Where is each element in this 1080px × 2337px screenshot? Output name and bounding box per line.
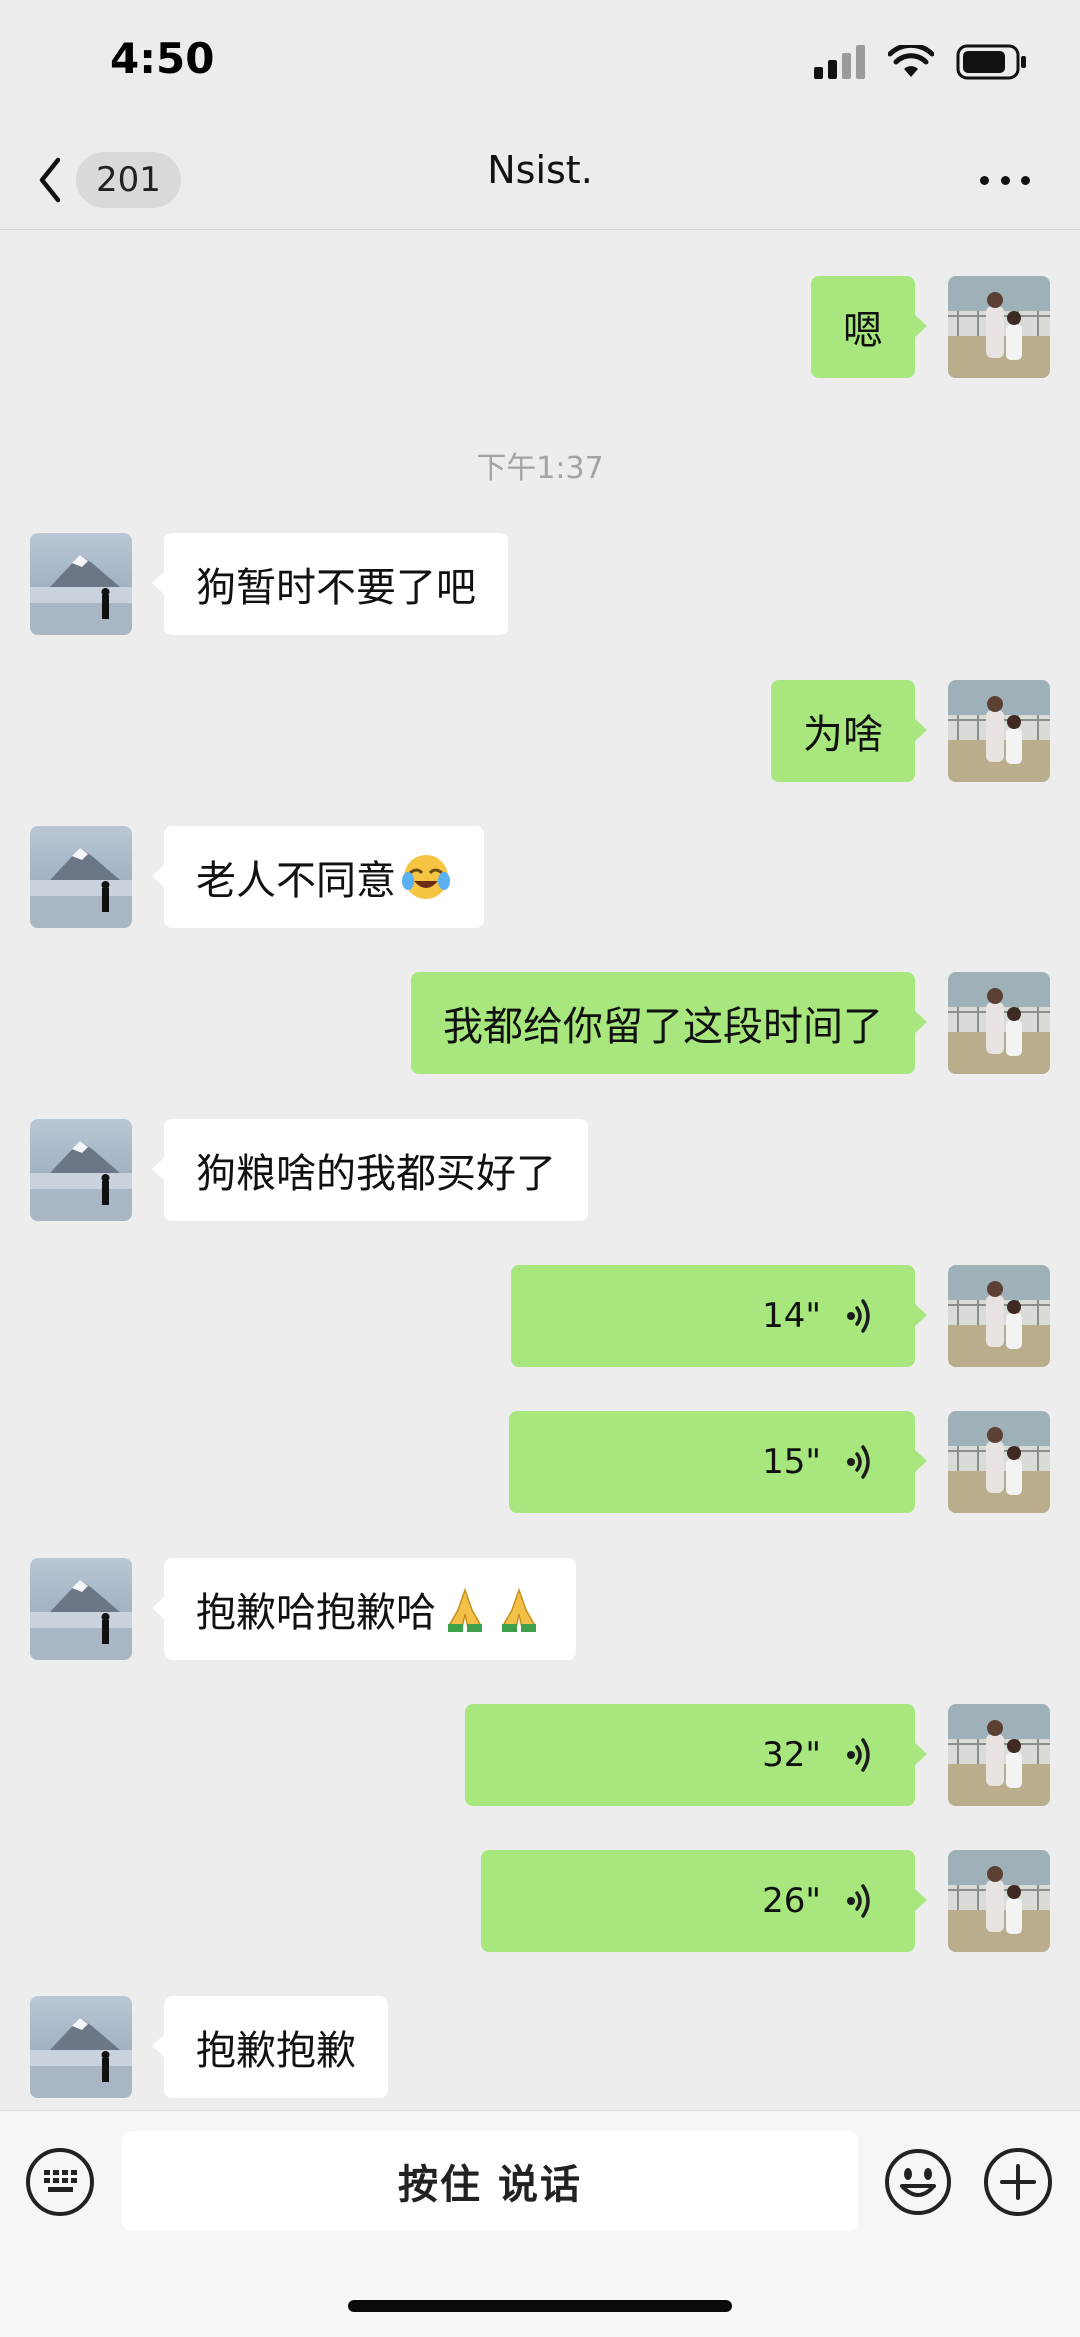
message-bubble[interactable]: 狗暂时不要了吧 <box>152 533 508 635</box>
contact-avatar[interactable] <box>30 1119 132 1221</box>
contact-avatar[interactable] <box>30 1558 132 1660</box>
keyboard-toggle-button[interactable] <box>26 2148 94 2216</box>
tears-of-joy-emoji-icon <box>402 855 450 899</box>
message-row-outgoing: 15" <box>0 1411 1080 1513</box>
message-row-incoming: 抱歉抱歉 <box>0 1996 1080 2098</box>
message-text: 老人不同意 <box>196 858 396 904</box>
message-list[interactable]: 嗯 下午1:37 狗暂时不要了吧 为啥 老人不同意 我都给你留了这段时间了 狗粮… <box>0 231 1080 2109</box>
voice-wave-icon <box>845 1884 870 1918</box>
clipped-previous-message <box>0 231 1080 235</box>
more-dot <box>1000 175 1010 185</box>
contact-avatar[interactable] <box>30 826 132 928</box>
emoji-button[interactable] <box>884 2148 952 2216</box>
voice-wave-icon <box>845 1445 870 1479</box>
message-row-outgoing: 32" <box>0 1704 1080 1806</box>
my-avatar[interactable] <box>948 1265 1050 1367</box>
more-dot <box>1021 175 1030 185</box>
my-avatar[interactable] <box>948 1850 1050 1952</box>
folded-hands-emoji-icon <box>501 1589 537 1633</box>
voice-wave-icon <box>845 1299 870 1333</box>
message-bubble[interactable]: 抱歉哈抱歉哈 <box>152 1558 576 1660</box>
message-bubble[interactable]: 狗粮啥的我都买好了 <box>152 1119 588 1221</box>
my-avatar[interactable] <box>948 680 1050 782</box>
voice-duration: 32" <box>762 1735 821 1775</box>
voice-message-bubble[interactable]: 32" <box>465 1704 927 1806</box>
plus-icon <box>1000 2164 1036 2200</box>
voice-wave-icon <box>845 1738 870 1772</box>
more-options-button[interactable] <box>980 166 1030 194</box>
message-text: 抱歉哈抱歉哈 <box>196 1590 436 1636</box>
chat-title: Nsist. <box>487 148 593 192</box>
chat-header: 201 Nsist. <box>0 130 1080 230</box>
message-row-incoming: 老人不同意 <box>0 826 1080 928</box>
message-row-outgoing: 26" <box>0 1850 1080 1952</box>
message-bubble[interactable]: 嗯 <box>811 276 927 378</box>
message-text: 抱歉抱歉 <box>196 2028 356 2074</box>
voice-duration: 26" <box>762 1881 821 1921</box>
message-text: 嗯 <box>843 308 883 354</box>
more-functions-button[interactable] <box>984 2148 1052 2216</box>
message-text: 我都给你留了这段时间了 <box>443 1004 883 1050</box>
message-timestamp: 下午1:37 <box>476 451 604 486</box>
message-row-outgoing: 为啥 <box>0 680 1080 782</box>
folded-hands-emoji-icon <box>447 1589 483 1633</box>
message-row-outgoing: 我都给你留了这段时间了 <box>0 972 1080 1074</box>
my-avatar[interactable] <box>948 972 1050 1074</box>
voice-message-bubble[interactable]: 15" <box>509 1411 927 1513</box>
message-row-outgoing: 嗯 <box>0 276 1080 378</box>
battery-icon <box>956 44 1026 80</box>
my-avatar[interactable] <box>948 276 1050 378</box>
message-row-incoming: 狗粮啥的我都买好了 <box>0 1119 1080 1221</box>
message-row-outgoing: 14" <box>0 1265 1080 1367</box>
message-bubble[interactable]: 老人不同意 <box>152 826 484 928</box>
contact-avatar[interactable] <box>30 533 132 635</box>
message-bubble[interactable]: 抱歉抱歉 <box>152 1996 388 2098</box>
home-indicator[interactable] <box>348 2300 732 2312</box>
keyboard-icon <box>44 2170 77 2192</box>
more-dot <box>980 175 989 185</box>
message-text: 为啥 <box>803 712 883 758</box>
my-avatar[interactable] <box>948 1411 1050 1513</box>
wifi-icon <box>888 45 934 77</box>
message-bubble[interactable]: 我都给你留了这段时间了 <box>411 972 927 1074</box>
hold-to-talk-button[interactable]: 按住 说话 <box>122 2131 858 2231</box>
message-text: 狗暂时不要了吧 <box>196 565 476 611</box>
message-bubble[interactable]: 为啥 <box>771 680 927 782</box>
status-bar: 4:50 <box>0 0 1080 130</box>
wechat-chat-screen: 4:50 201 Nsist. 嗯 下午1:37 狗暂时不要了吧 为啥 老人不同… <box>0 0 1080 2337</box>
cellular-signal-icon <box>814 45 865 79</box>
status-time: 4:50 <box>110 34 215 83</box>
contact-avatar[interactable] <box>30 1996 132 2098</box>
voice-duration: 15" <box>762 1442 821 1482</box>
message-row-incoming: 狗暂时不要了吧 <box>0 533 1080 635</box>
status-icons <box>814 42 1028 82</box>
message-row-incoming: 抱歉哈抱歉哈 <box>0 1558 1080 1660</box>
voice-duration: 14" <box>762 1296 821 1336</box>
voice-message-bubble[interactable]: 14" <box>511 1265 927 1367</box>
smiley-icon <box>885 2149 951 2215</box>
my-avatar[interactable] <box>948 1704 1050 1806</box>
message-text: 狗粮啥的我都买好了 <box>196 1151 556 1197</box>
voice-message-bubble[interactable]: 26" <box>481 1850 927 1952</box>
